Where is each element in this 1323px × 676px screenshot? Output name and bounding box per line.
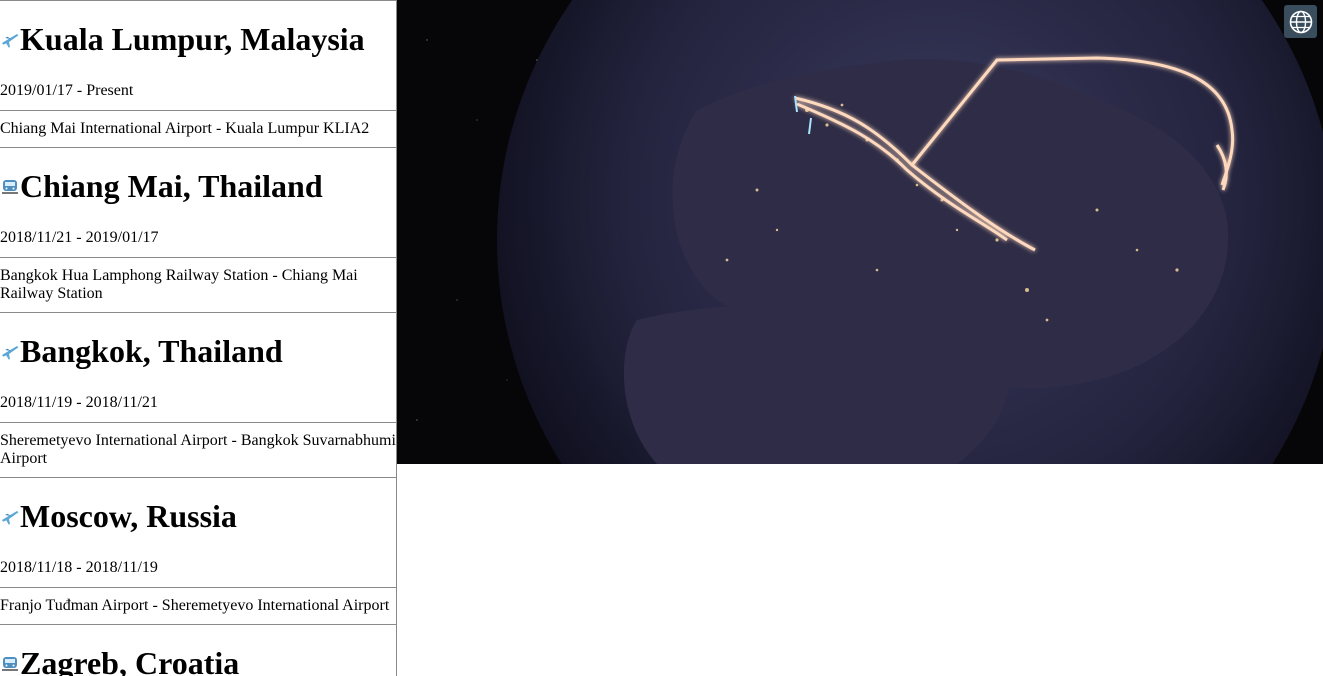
trip-list[interactable]: Kuala Lumpur, Malaysia 2019/01/17 - Pres…: [0, 0, 397, 676]
trip-dates: 2018/11/18 - 2018/11/19: [0, 558, 396, 588]
trip-route: Bangkok Hua Lamphong Railway Station - C…: [0, 258, 396, 313]
trip-item[interactable]: Bangkok, Thailand 2018/11/19 - 2018/11/2…: [0, 313, 396, 478]
trip-title: Kuala Lumpur, Malaysia: [0, 1, 396, 56]
trip-title: Moscow, Russia: [0, 478, 396, 533]
trip-route: Chiang Mai International Airport - Kuala…: [0, 111, 396, 148]
trip-route: Franjo Tuđman Airport - Sheremetyevo Int…: [0, 588, 396, 625]
trip-title: Chiang Mai, Thailand: [0, 148, 396, 203]
trip-dates: 2018/11/21 - 2019/01/17: [0, 228, 396, 258]
trip-item[interactable]: Chiang Mai, Thailand 2018/11/21 - 2019/0…: [0, 148, 396, 313]
globe-map[interactable]: [397, 0, 1323, 464]
globe-icon: [1289, 10, 1312, 33]
airplane-icon: [2, 510, 19, 525]
airplane-icon: [2, 345, 19, 360]
trip-item[interactable]: Kuala Lumpur, Malaysia 2019/01/17 - Pres…: [0, 1, 396, 148]
airplane-icon: [2, 33, 19, 48]
trip-title: Zagreb, Croatia: [0, 625, 396, 676]
trip-dates: 2019/01/17 - Present: [0, 81, 396, 111]
globe-toggle-button[interactable]: [1284, 5, 1317, 38]
trip-title: Bangkok, Thailand: [0, 313, 396, 368]
trip-dates: 2018/11/19 - 2018/11/21: [0, 393, 396, 423]
trip-item[interactable]: Zagreb, Croatia: [0, 625, 396, 676]
globe-view[interactable]: [397, 0, 1323, 464]
train-icon: [2, 179, 18, 194]
trip-route: Sheremetyevo International Airport - Ban…: [0, 423, 396, 478]
train-icon: [2, 656, 18, 671]
trip-item[interactable]: Moscow, Russia 2018/11/18 - 2018/11/19 F…: [0, 478, 396, 625]
